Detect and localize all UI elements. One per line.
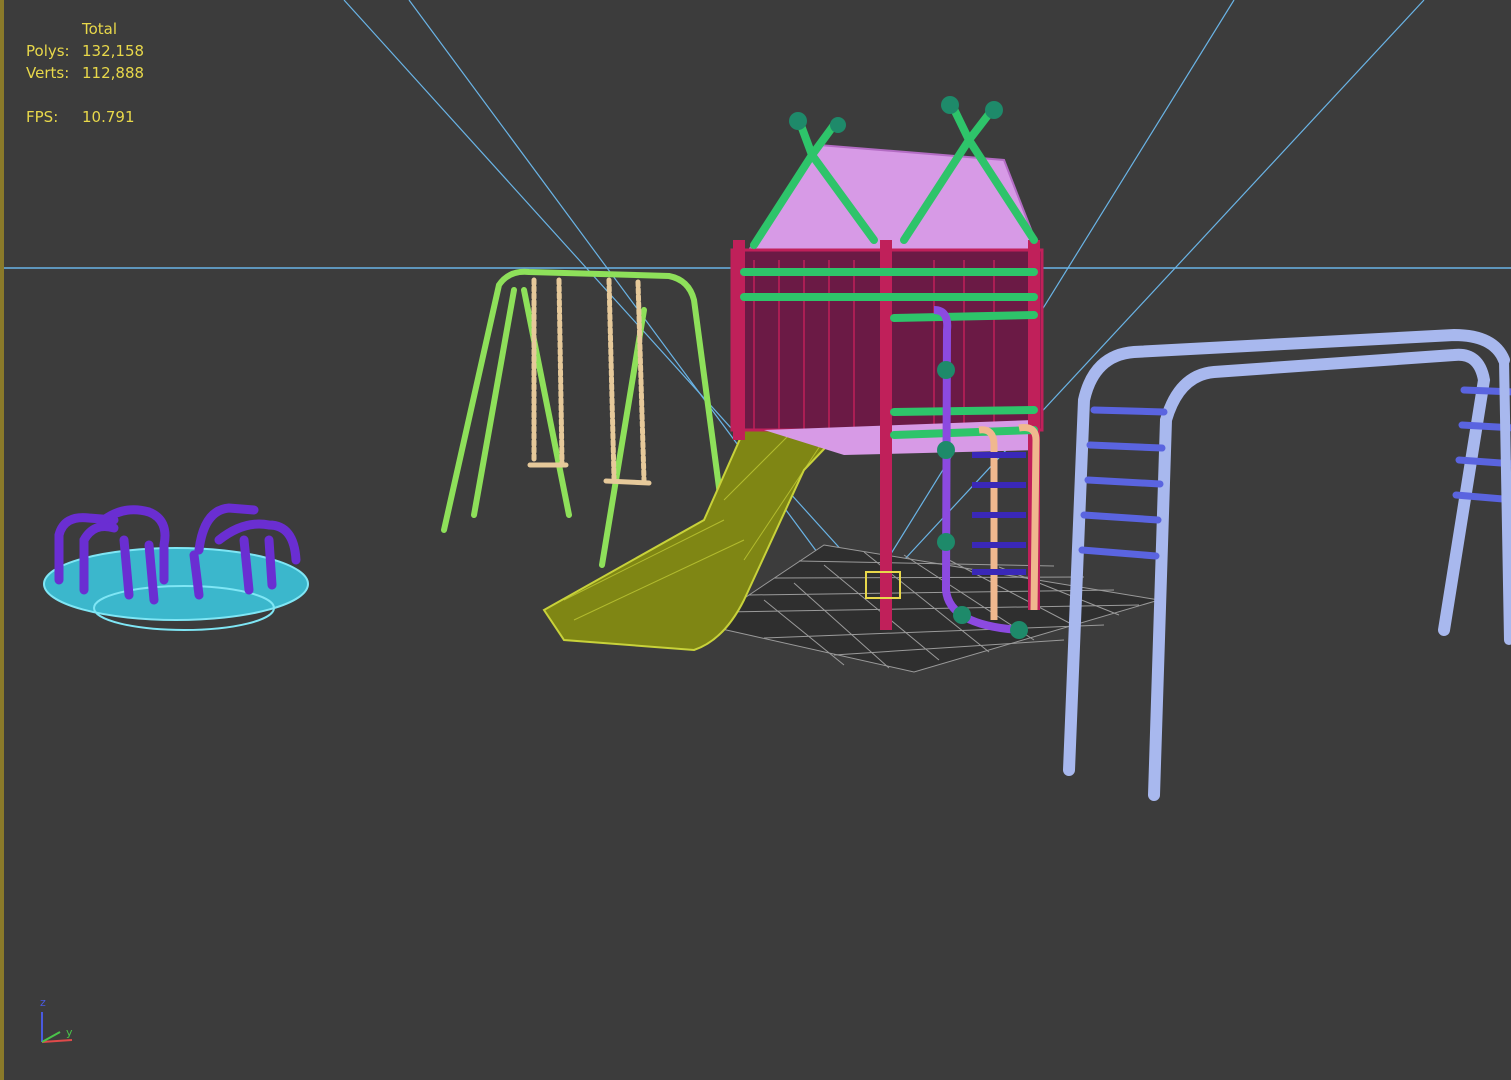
axis-gizmo-icon: z y	[40, 996, 73, 1043]
polys-label: Polys:	[26, 42, 70, 60]
z-axis-label: z	[40, 996, 46, 1009]
viewport-statistics: Total Polys: 132,158 Verts: 112,888 FPS: 10…	[26, 18, 144, 128]
stats-header: Total	[82, 20, 118, 38]
monkey-bars-model	[1063, 328, 1511, 801]
fps-value: 10.791	[82, 108, 135, 126]
play-house-model	[730, 96, 1044, 639]
polys-value: 132,158	[82, 42, 145, 60]
3d-viewport[interactable]: Total Polys: 132,158 Verts: 112,888 FPS: 10…	[0, 0, 1511, 1080]
y-axis-label: y	[66, 1026, 73, 1039]
merry-go-round-model	[43, 503, 309, 631]
fps-label: FPS:	[26, 108, 59, 126]
verts-label: Verts:	[26, 64, 70, 82]
ground-grid	[702, 544, 1160, 673]
swing-set-model	[441, 268, 725, 568]
viewport-scene[interactable]	[4, 0, 1511, 1080]
verts-value: 112,888	[82, 64, 145, 82]
